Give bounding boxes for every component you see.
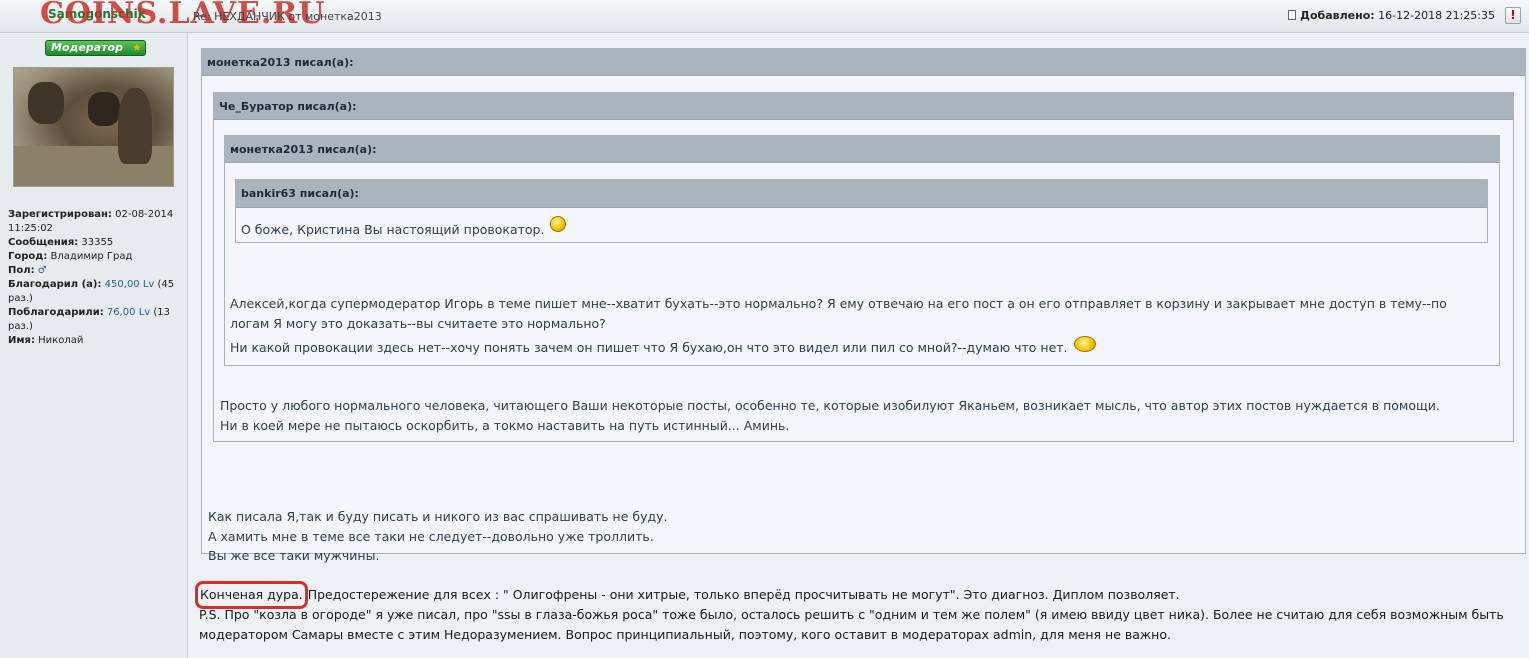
post-document-icon (1288, 10, 1297, 20)
profile-city: Город: Владимир Град (8, 251, 133, 262)
date-value: 16-12-2018 21:25:35 (1378, 9, 1495, 22)
star-icon: ★ (132, 41, 142, 54)
smiley-icon (550, 216, 567, 232)
post-message: Конченая дура. Предостережение для всех … (195, 581, 1519, 645)
quote-level-3: монетка2013 писал(а): Алексей,когда супе… (224, 135, 1500, 366)
profile-registered: Зарегистрирован: 02-08-2014 11:25:02 (8, 209, 174, 234)
post-header-bar: Samogonschik COINS.LAVE.RU Re: НЕХДАНЧИК… (0, 0, 1529, 33)
quote-text: Алексей,когда супермодератор Игорь в тем… (230, 296, 1447, 355)
quote-text: О боже, Кристина Вы настоящий провокатор… (241, 216, 567, 240)
report-button[interactable]: ! (1505, 7, 1521, 24)
post-subject: Re: НЕХДАНЧИК от монетка2013 (193, 10, 382, 23)
author-sidebar: Модератор ★ Зарегистрирован: 02-08-2014 … (0, 33, 188, 658)
date-label: Добавлено: (1300, 9, 1375, 22)
profile-gender: Пол: ♂ (8, 265, 47, 276)
quote-text: Просто у любого нормального человека, чи… (220, 398, 1440, 433)
moderator-badge-label: Модератор (51, 41, 123, 54)
received-link[interactable]: 76,00 Lv (107, 307, 150, 318)
male-icon: ♂ (37, 265, 47, 276)
quote-level-4: bankir63 писал(а): О боже, Кристина Вы н… (235, 179, 1488, 243)
highlighted-phrase: Конченая дура. (195, 581, 308, 609)
profile-messages: Сообщения: 33355 (8, 237, 114, 248)
smiley-icon (1073, 336, 1096, 352)
quote-author: монетка2013 писал(а): (225, 136, 1499, 163)
quote-text: Как писала Я,так и буду писать и никого … (208, 509, 668, 563)
profile-received: Поблагодарили: 76,00 Lv (13 раз.) (8, 307, 171, 332)
quote-author: Че_Буратор писал(а): (214, 93, 1513, 120)
thanked-link[interactable]: 450,00 Lv (105, 279, 155, 290)
moderator-badge: Модератор ★ (45, 40, 146, 56)
post-ps: P.S. Про "козла в огороде" я уже писал, … (199, 607, 1504, 642)
profile-name: Имя: Николай (8, 335, 84, 346)
profile-thanked: Благодарил (а): 450,00 Lv (45 раз.) (8, 279, 175, 304)
profile-info: Зарегистрирован: 02-08-2014 11:25:02 Соо… (8, 208, 184, 348)
avatar (13, 67, 174, 187)
quote-author: bankir63 писал(а): (236, 180, 1487, 208)
post-date: Добавлено: 16-12-2018 21:25:35 (1288, 9, 1495, 22)
quote-author: монетка2013 писал(а): (202, 49, 1525, 76)
post-body: монетка2013 писал(а): Как писала Я,так и… (189, 33, 1529, 658)
